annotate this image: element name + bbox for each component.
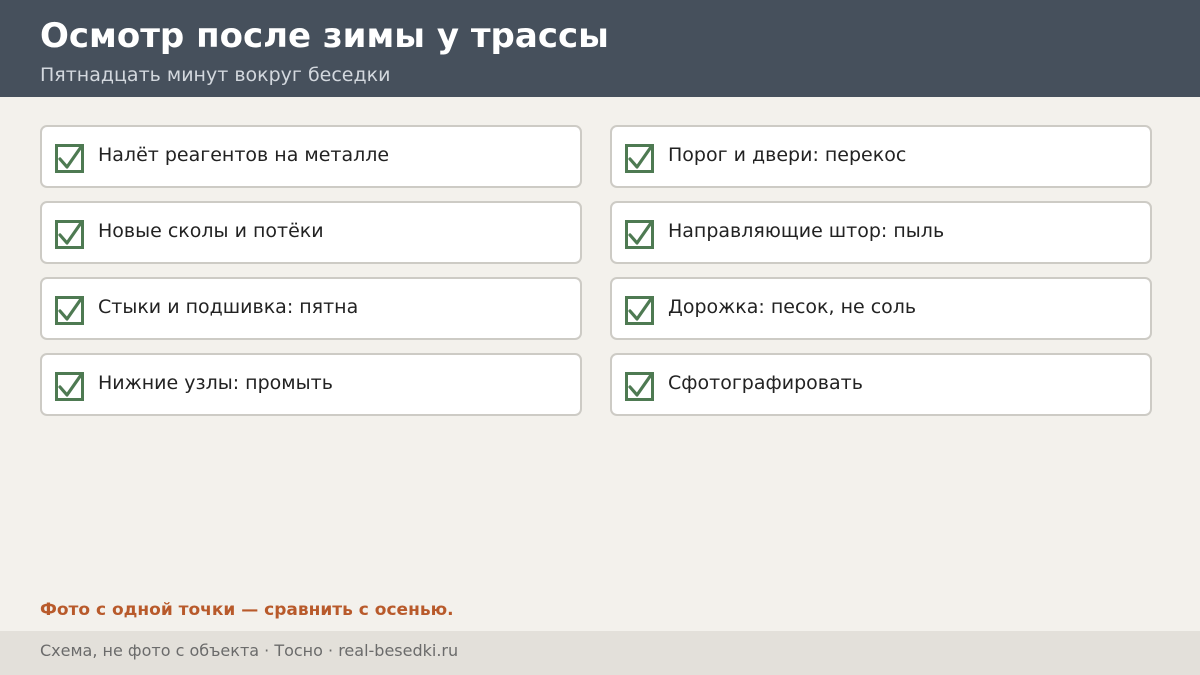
checklist-item-label: Налёт реагентов на металле: [98, 144, 390, 166]
checkbox-checked-icon[interactable]: [55, 372, 84, 401]
checklist-item-label: Дорожка: песок, не соль: [668, 296, 917, 318]
checklist-item[interactable]: Сфотографировать: [610, 353, 1152, 416]
page-title: Осмотр после зимы у трассы: [40, 16, 609, 56]
page-subtitle: Пятнадцать минут вокруг беседки: [40, 64, 391, 86]
checklist-item-label: Новые сколы и потёки: [98, 220, 324, 242]
checkbox-checked-icon[interactable]: [55, 220, 84, 249]
checklist-item-label: Нижние узлы: промыть: [98, 372, 333, 394]
footer: Схема, не фото с объекта · Тосно · real-…: [0, 631, 1200, 675]
checklist-item-label: Сфотографировать: [668, 372, 863, 394]
checkbox-checked-icon[interactable]: [625, 220, 654, 249]
checkbox-checked-icon[interactable]: [625, 296, 654, 325]
checklist-item[interactable]: Порог и двери: перекос: [610, 125, 1152, 188]
header: Осмотр после зимы у трассы Пятнадцать ми…: [0, 0, 1200, 97]
note-text: Фото с одной точки — сравнить с осенью.: [40, 600, 454, 620]
checklist-item-label: Направляющие штор: пыль: [668, 220, 945, 242]
checklist-item-label: Порог и двери: перекос: [668, 144, 907, 166]
checkbox-checked-icon[interactable]: [55, 144, 84, 173]
checkbox-checked-icon[interactable]: [625, 144, 654, 173]
checkbox-checked-icon[interactable]: [55, 296, 84, 325]
checklist-item[interactable]: Новые сколы и потёки: [40, 201, 582, 264]
checkbox-checked-icon[interactable]: [625, 372, 654, 401]
checklist-item[interactable]: Налёт реагентов на металле: [40, 125, 582, 188]
checklist-item[interactable]: Дорожка: песок, не соль: [610, 277, 1152, 340]
footer-text: Схема, не фото с объекта · Тосно · real-…: [40, 641, 459, 660]
checklist-item-label: Стыки и подшивка: пятна: [98, 296, 359, 318]
checklist-item[interactable]: Нижние узлы: промыть: [40, 353, 582, 416]
checklist-item[interactable]: Направляющие штор: пыль: [610, 201, 1152, 264]
checklist-item[interactable]: Стыки и подшивка: пятна: [40, 277, 582, 340]
